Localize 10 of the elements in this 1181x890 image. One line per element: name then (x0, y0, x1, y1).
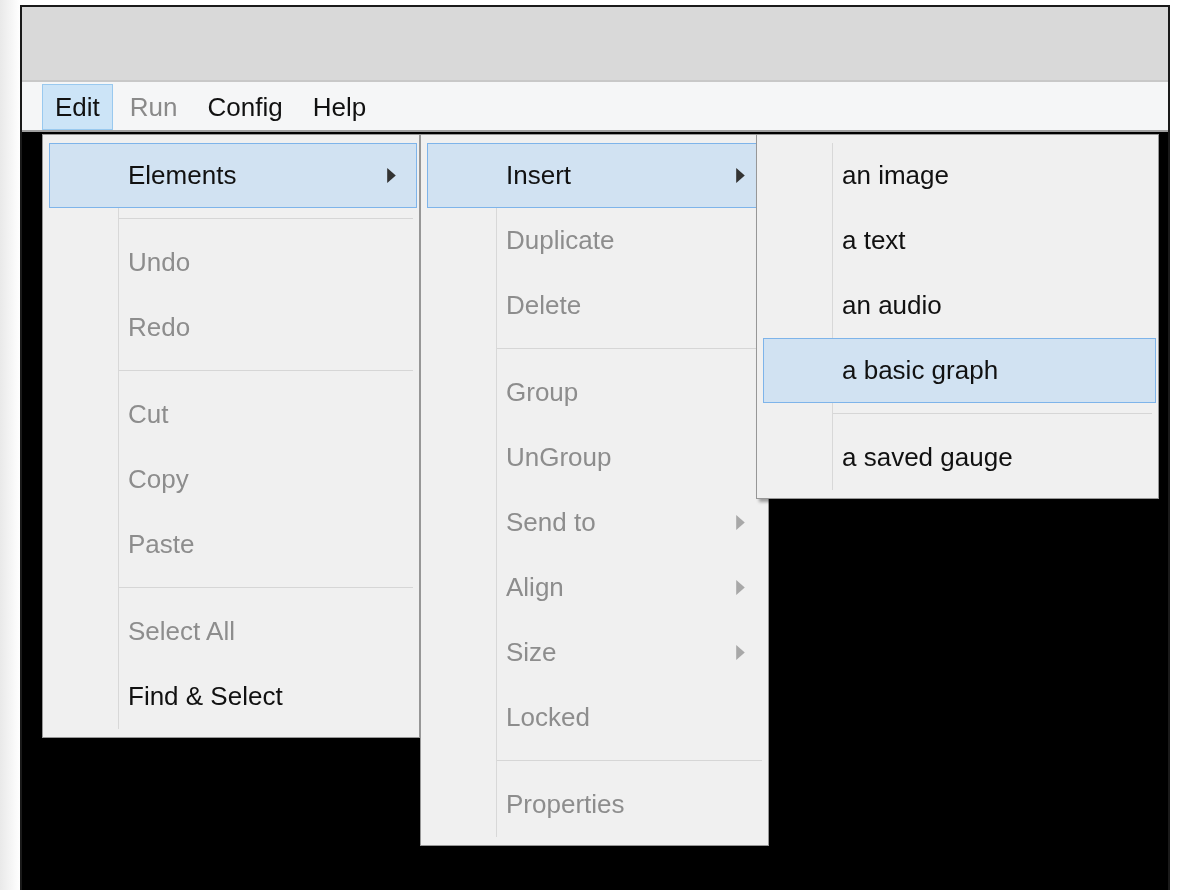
menu-item[interactable]: a text (763, 208, 1156, 273)
menu-item[interactable]: a saved gauge (763, 425, 1156, 490)
menu-bar-item[interactable]: Edit (42, 84, 113, 130)
menu-bar-item[interactable]: Config (194, 84, 296, 130)
menu-item[interactable]: an audio (763, 273, 1156, 338)
menu-item[interactable]: an image (763, 143, 1156, 208)
menu-item[interactable]: a basic graph (763, 338, 1156, 403)
menu-item[interactable]: Elements (49, 143, 417, 208)
menu-item[interactable]: Find & Select (49, 664, 417, 729)
menu-bar-item[interactable]: Help (299, 84, 380, 130)
